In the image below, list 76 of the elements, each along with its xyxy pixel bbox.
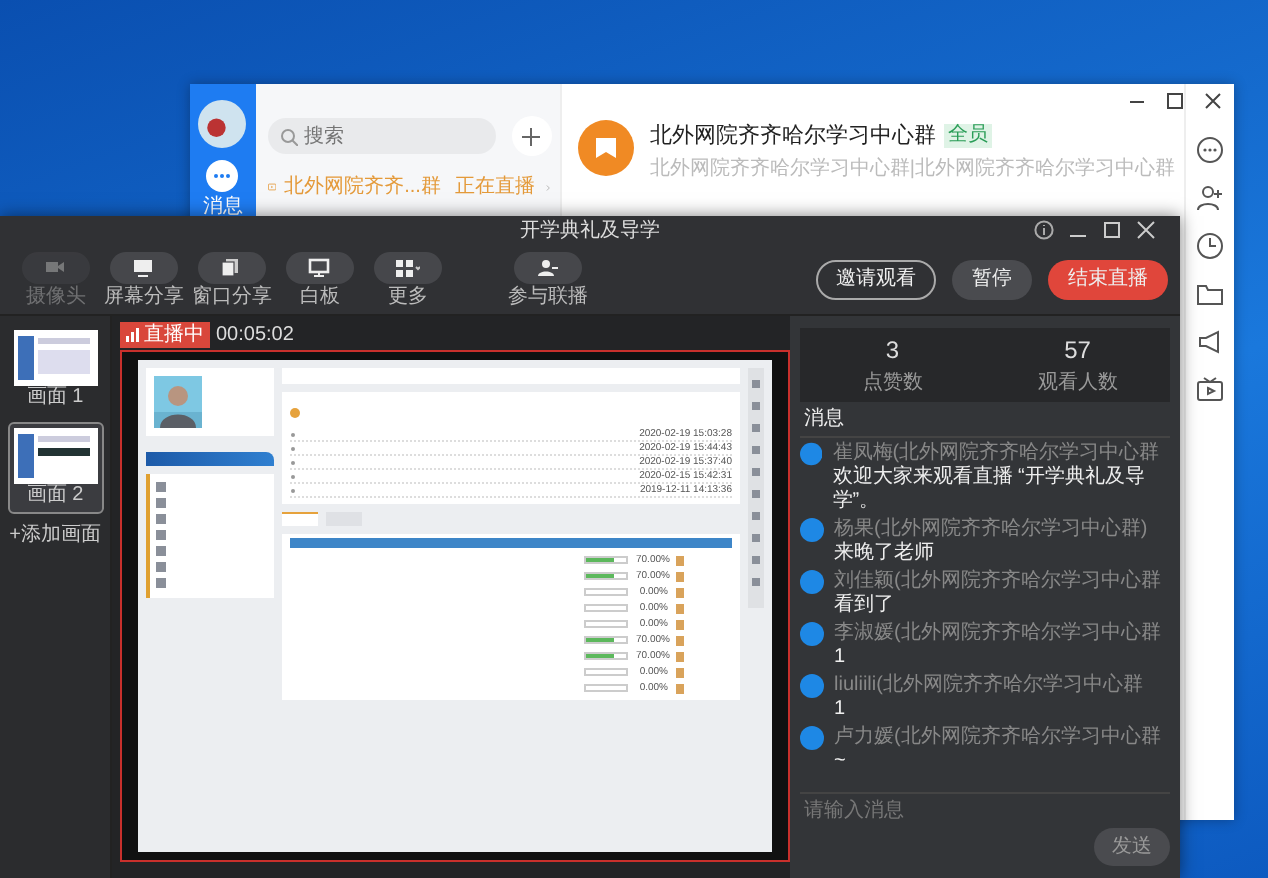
plus-icon — [522, 127, 541, 145]
end-live-button[interactable]: 结束直播 — [1048, 259, 1168, 299]
message-text: 1 — [834, 646, 848, 670]
chat-subtitle: 北外网院齐齐哈尔学习中心群|北外网院齐齐哈尔学习中心群 — [649, 155, 1176, 183]
toolbar-button[interactable]: 白板 — [276, 251, 364, 307]
avatar-icon — [800, 518, 824, 542]
message-text: 1 — [834, 698, 848, 722]
session-title: 北外网院齐齐...群 — [284, 173, 441, 202]
search-icon — [279, 127, 298, 145]
avatar-icon — [198, 100, 247, 148]
scene-thumbnail[interactable]: 画面 1 — [7, 324, 103, 416]
toolbar-button[interactable]: 更多 — [364, 251, 452, 307]
message-input[interactable]: 请输入消息 — [800, 792, 1170, 828]
pause-button[interactable]: 暂停 — [952, 259, 1032, 299]
sender-name: 刘佳颖(北外网院齐齐哈尔学习中心群 — [834, 570, 1161, 593]
bullet-icon — [290, 431, 296, 437]
bullet-icon — [290, 459, 296, 465]
avatar-icon — [800, 726, 824, 750]
stat-label: 点赞数 — [862, 369, 923, 398]
chat-icon[interactable] — [206, 160, 239, 192]
more-icon[interactable] — [1195, 136, 1224, 164]
sender-name: 卢力媛(北外网院齐齐哈尔学习中心群 — [834, 726, 1161, 750]
live-status: 正在直播 — [454, 173, 535, 202]
search-field[interactable]: 搜索 — [267, 118, 496, 154]
page-thumbnail — [13, 428, 97, 484]
close-icon[interactable] — [1204, 92, 1222, 110]
maximize-icon[interactable] — [1166, 92, 1184, 110]
add-button[interactable] — [511, 116, 552, 156]
stat-value: 57 — [1064, 334, 1091, 368]
avatar-icon — [800, 622, 824, 646]
member-tag: 全员 — [943, 124, 992, 149]
bullet-icon — [290, 445, 296, 451]
grid-icon — [396, 257, 420, 277]
avatar-icon — [800, 570, 824, 594]
avatar-icon — [800, 674, 824, 698]
live-timer: 00:05:02 — [216, 322, 294, 350]
add-scene-link[interactable]: +添加画面 — [9, 520, 101, 550]
folder-icon[interactable] — [1195, 280, 1224, 308]
messages-title: 消息 — [800, 402, 1170, 438]
signal-bars-icon — [126, 328, 140, 342]
sender-name: 李淑媛(北外网院齐齐哈尔学习中心群 — [834, 622, 1161, 646]
toolbar-button[interactable]: 窗口分享 — [188, 251, 276, 307]
stat-value: 3 — [885, 334, 900, 368]
person-icon — [536, 257, 560, 277]
add-person-icon[interactable] — [1195, 184, 1224, 212]
live-badge: 直播中 — [120, 322, 210, 348]
camera-icon — [44, 257, 68, 277]
sender-name: liuliili(北外网院齐齐哈尔学习中心群 — [834, 674, 1143, 698]
chat-title: 北外网院齐齐哈尔学习中心群 — [649, 121, 936, 152]
live-icon — [267, 178, 277, 196]
message-text: ~ — [834, 750, 848, 774]
monitor-icon — [132, 257, 156, 277]
avatar-icon — [800, 442, 823, 466]
group-avatar-icon — [577, 120, 634, 176]
nav-header-bar — [146, 452, 274, 466]
windows-icon — [220, 257, 244, 277]
sidebar-label: 消息 — [202, 193, 243, 222]
toolbar-button[interactable]: 参与联播 — [504, 251, 592, 307]
clock-icon[interactable] — [1195, 232, 1224, 260]
toolbar-button[interactable]: 屏幕分享 — [100, 251, 188, 307]
invite-button[interactable]: 邀请观看 — [816, 259, 936, 299]
message-text: 来晚了老师 — [834, 542, 936, 566]
bullet-icon — [290, 487, 296, 493]
stat-label: 观看人数 — [1037, 369, 1118, 398]
sender-name: 崔凤梅(北外网院齐齐哈尔学习中心群 — [832, 442, 1162, 465]
message-text: 看到了 — [834, 594, 896, 618]
bullet-icon — [290, 473, 296, 479]
info-icon[interactable] — [1034, 220, 1054, 240]
tv-icon[interactable] — [1195, 376, 1224, 404]
whiteboard-icon — [308, 257, 332, 277]
page-thumbnail — [13, 330, 97, 386]
megaphone-icon[interactable] — [1195, 328, 1224, 356]
scene-thumbnail[interactable]: 画面 2 — [7, 422, 103, 514]
message-text: 欢迎大家来观看直播 “开学典礼及导学”。 — [832, 466, 1147, 514]
sender-name: 杨果(北外网院齐齐哈尔学习中心群) — [834, 518, 1148, 541]
window-title: 开学典礼及导学 — [520, 217, 660, 245]
